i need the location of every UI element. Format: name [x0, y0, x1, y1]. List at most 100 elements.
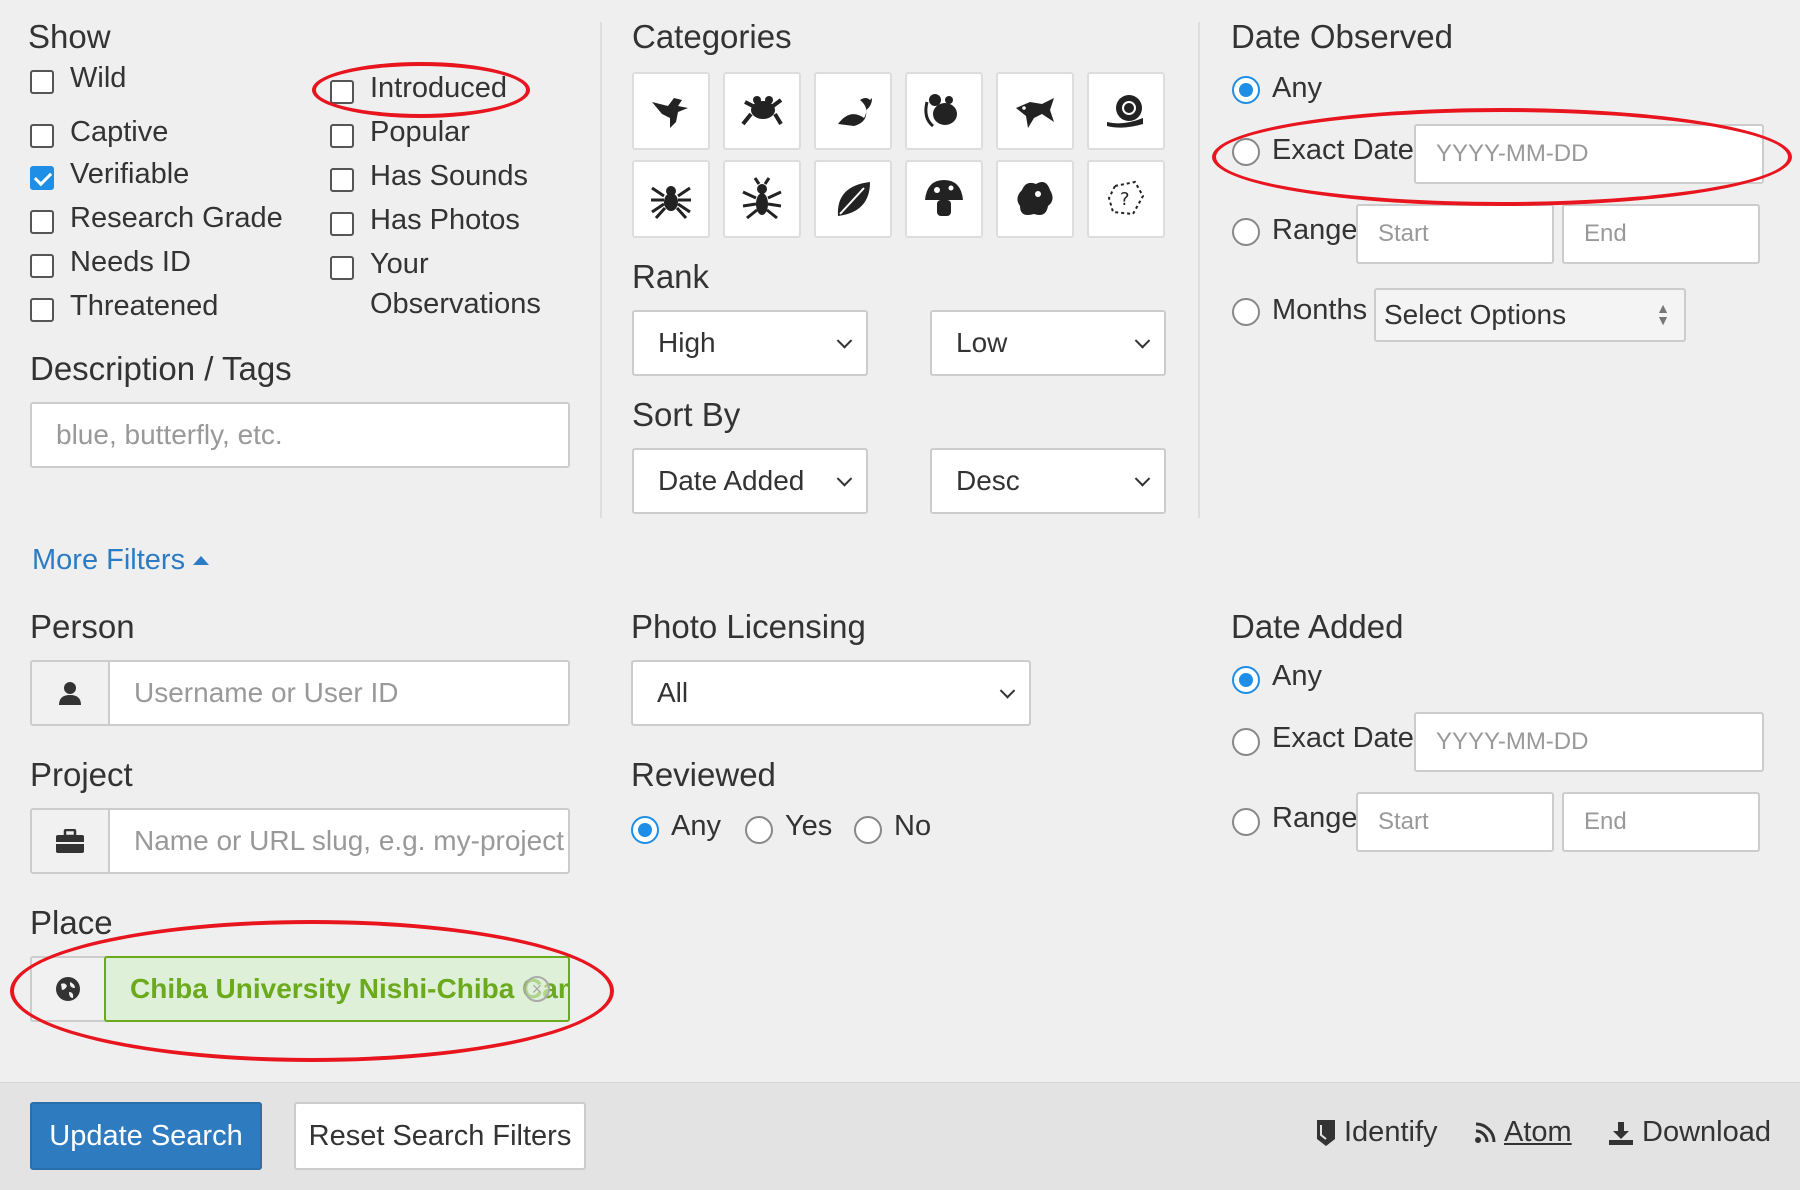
checkbox-label[interactable]: Your — [370, 248, 429, 281]
checkbox-label[interactable]: Wild — [70, 62, 126, 95]
radio-label[interactable]: Yes — [785, 810, 832, 843]
sort-order-select[interactable]: Desc — [930, 448, 1166, 514]
project-addon — [30, 808, 110, 874]
checkbox-box[interactable] — [330, 212, 354, 236]
photo-licensing-heading: Photo Licensing — [631, 608, 866, 645]
radio-label[interactable]: Any — [1272, 72, 1322, 105]
radio-button[interactable] — [745, 816, 773, 844]
chevron-down-icon — [836, 333, 853, 349]
category-amphibian[interactable] — [723, 72, 801, 150]
date-added-exact-input[interactable]: YYYY-MM-DD — [1414, 712, 1764, 772]
date-added-heading: Date Added — [1231, 608, 1404, 645]
atom-label[interactable]: Atom — [1504, 1116, 1572, 1149]
download-link[interactable]: Download — [1608, 1116, 1771, 1149]
date-observed-range-end[interactable]: End — [1562, 204, 1760, 264]
checkbox-box[interactable] — [330, 168, 354, 192]
radio-button[interactable] — [1232, 138, 1260, 166]
category-mammal[interactable] — [905, 72, 983, 150]
radio-label[interactable]: Months — [1272, 294, 1367, 327]
reset-search-filters-label: Reset Search Filters — [308, 1119, 572, 1152]
chevron-down-icon — [1134, 471, 1151, 487]
protozoa-icon — [1017, 182, 1053, 215]
radio-button[interactable] — [1232, 76, 1260, 104]
radio-label[interactable]: Range — [1272, 802, 1357, 835]
radio-label[interactable]: Any — [671, 810, 721, 843]
checkbox-label-line2[interactable]: Observations — [370, 288, 541, 321]
date-added-range-end[interactable]: End — [1562, 792, 1760, 852]
category-bird[interactable] — [632, 72, 710, 150]
rank-high-select[interactable]: High — [632, 310, 868, 376]
checkbox-box[interactable] — [30, 70, 54, 94]
person-input[interactable]: Username or User ID — [108, 660, 570, 726]
checkbox-label[interactable]: Verifiable — [70, 158, 189, 191]
date-added-range-start[interactable]: Start — [1356, 792, 1554, 852]
category-plant[interactable] — [814, 160, 892, 238]
rank-low-select[interactable]: Low — [930, 310, 1166, 376]
radio-button[interactable] — [1232, 666, 1260, 694]
checkbox-label[interactable]: Has Photos — [370, 204, 520, 237]
radio-button[interactable] — [1232, 728, 1260, 756]
radio-button[interactable] — [631, 816, 659, 844]
category-unknown[interactable]: ? — [1087, 160, 1165, 238]
reviewed-heading: Reviewed — [631, 756, 776, 793]
months-select[interactable]: Select Options ▲ ▼ — [1374, 288, 1686, 342]
checkbox-box[interactable] — [30, 298, 54, 322]
checkbox-label[interactable]: Needs ID — [70, 246, 191, 279]
more-filters-link[interactable]: More Filters — [32, 544, 210, 577]
checkbox-box[interactable] — [330, 80, 354, 104]
description-tags-input[interactable]: blue, butterfly, etc. — [30, 402, 570, 468]
identify-label[interactable]: Identify — [1344, 1116, 1438, 1149]
photo-licensing-select[interactable]: All — [631, 660, 1031, 726]
checkbox-box[interactable] — [30, 166, 54, 190]
sort-order-value: Desc — [956, 465, 1020, 496]
sort-field-value: Date Added — [658, 465, 805, 496]
person-heading: Person — [30, 608, 135, 645]
column-divider — [600, 22, 602, 518]
rank-heading: Rank — [632, 258, 710, 295]
sort-field-select[interactable]: Date Added — [632, 448, 868, 514]
radio-label[interactable]: Exact Date — [1272, 134, 1414, 167]
atom-link[interactable]: Atom — [1474, 1116, 1572, 1149]
project-input[interactable]: Name or URL slug, e.g. my-project — [108, 808, 570, 874]
radio-button[interactable] — [1232, 298, 1260, 326]
radio-label[interactable]: Range — [1272, 214, 1357, 247]
radio-label[interactable]: Exact Date — [1272, 722, 1414, 755]
checkbox-label[interactable]: Introduced — [370, 72, 507, 105]
checkbox-box[interactable] — [330, 256, 354, 280]
category-fungi[interactable] — [905, 160, 983, 238]
category-arachnid[interactable] — [632, 160, 710, 238]
rank-low-value: Low — [956, 327, 1008, 358]
checkbox-box[interactable] — [30, 254, 54, 278]
category-insect[interactable] — [723, 160, 801, 238]
checkbox-box[interactable] — [330, 124, 354, 148]
update-search-label: Update Search — [49, 1119, 243, 1152]
clear-place-icon[interactable]: × — [524, 976, 550, 1002]
checkbox-box[interactable] — [30, 210, 54, 234]
radio-label[interactable]: No — [894, 810, 931, 843]
checkbox-label[interactable]: Has Sounds — [370, 160, 528, 193]
radio-button[interactable] — [1232, 218, 1260, 246]
reset-search-filters-button[interactable]: Reset Search Filters — [294, 1102, 586, 1170]
date-observed-exact-input[interactable]: YYYY-MM-DD — [1414, 124, 1764, 184]
category-reptile[interactable] — [814, 72, 892, 150]
category-fish[interactable] — [996, 72, 1074, 150]
checkbox-label[interactable]: Popular — [370, 116, 470, 149]
identify-link[interactable]: Identify — [1316, 1116, 1438, 1149]
checkbox-label[interactable]: Threatened — [70, 290, 218, 323]
update-search-button[interactable]: Update Search — [30, 1102, 262, 1170]
date-observed-range-start[interactable]: Start — [1356, 204, 1554, 264]
radio-label[interactable]: Any — [1272, 660, 1322, 693]
radio-button[interactable] — [854, 816, 882, 844]
insect-icon — [742, 177, 782, 220]
download-label[interactable]: Download — [1642, 1116, 1771, 1149]
checkbox-label[interactable]: Research Grade — [70, 202, 283, 235]
category-mollusk[interactable] — [1087, 72, 1165, 150]
radio-button[interactable] — [1232, 808, 1260, 836]
place-heading: Place — [30, 904, 113, 941]
place-value: Chiba University Nishi-Chiba Campus — [130, 973, 568, 1004]
category-protozoa[interactable] — [996, 160, 1074, 238]
checkbox-box[interactable] — [30, 124, 54, 148]
more-filters-label[interactable]: More Filters — [32, 544, 185, 577]
checkbox-label[interactable]: Captive — [70, 116, 168, 149]
place-input[interactable]: Chiba University Nishi-Chiba Campus — [104, 956, 570, 1022]
